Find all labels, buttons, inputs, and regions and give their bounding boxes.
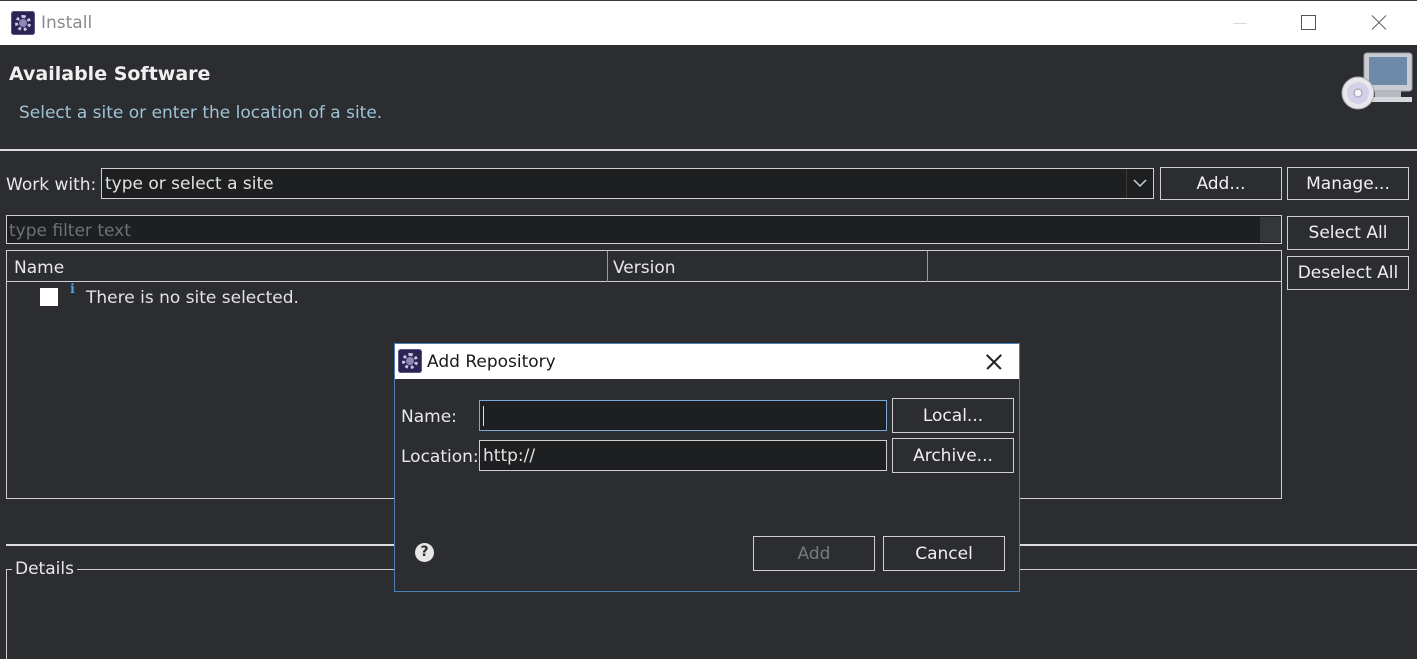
deselect-all-label: Deselect All bbox=[1297, 263, 1399, 283]
chevron-down-icon[interactable] bbox=[1126, 169, 1153, 198]
select-all-button[interactable]: Select All bbox=[1287, 216, 1409, 250]
column-header-version[interactable]: Version bbox=[613, 258, 676, 278]
close-window-button[interactable] bbox=[1354, 1, 1404, 46]
name-field[interactable] bbox=[479, 400, 887, 431]
minimize-button[interactable] bbox=[1214, 1, 1264, 46]
archive-button-label: Archive... bbox=[913, 445, 993, 466]
manage-button-label: Manage... bbox=[1306, 173, 1390, 194]
row-checkbox[interactable] bbox=[40, 288, 58, 306]
close-icon[interactable] bbox=[979, 348, 1009, 375]
eclipse-icon bbox=[398, 349, 422, 373]
help-icon[interactable]: ? bbox=[415, 543, 434, 562]
add-site-button-label: Add... bbox=[1196, 173, 1246, 194]
window-title: Install bbox=[41, 13, 93, 33]
row-text: There is no site selected. bbox=[86, 288, 299, 308]
location-field-value: http:// bbox=[483, 446, 536, 466]
window-titlebar: Install bbox=[0, 0, 1417, 45]
dialog-title: Add Repository bbox=[427, 352, 556, 372]
work-with-label: Work with: bbox=[6, 175, 97, 195]
local-button-label: Local... bbox=[922, 405, 984, 426]
column-divider[interactable] bbox=[607, 251, 608, 282]
name-label: Name: bbox=[401, 407, 457, 427]
add-site-button[interactable]: Add... bbox=[1160, 167, 1282, 200]
info-icon: i bbox=[70, 282, 75, 297]
work-with-combo-value: type or select a site bbox=[105, 174, 274, 194]
dialog-titlebar: Add Repository bbox=[395, 344, 1019, 379]
page-subtitle: Select a site or enter the location of a… bbox=[19, 103, 383, 123]
filter-placeholder: type filter text bbox=[9, 221, 131, 241]
location-field[interactable]: http:// bbox=[479, 440, 887, 471]
cancel-button-label: Cancel bbox=[915, 543, 973, 564]
header-separator bbox=[0, 149, 1417, 151]
page-title: Available Software bbox=[9, 63, 211, 85]
deselect-all-button[interactable]: Deselect All bbox=[1287, 256, 1409, 290]
install-software-icon bbox=[1341, 52, 1413, 110]
header-banner: Available Software Select a site or ente… bbox=[0, 45, 1417, 150]
archive-button[interactable]: Archive... bbox=[892, 438, 1014, 473]
cancel-button[interactable]: Cancel bbox=[883, 536, 1005, 571]
dialog-add-label: Add bbox=[797, 543, 831, 564]
text-caret bbox=[483, 406, 484, 426]
column-divider[interactable] bbox=[927, 251, 928, 282]
details-label: Details bbox=[12, 559, 77, 579]
dialog-add-button[interactable]: Add bbox=[753, 536, 875, 571]
table-header: Name Version bbox=[7, 251, 1281, 282]
local-button[interactable]: Local... bbox=[892, 398, 1014, 433]
location-label: Location: bbox=[401, 447, 479, 467]
maximize-button[interactable] bbox=[1283, 1, 1333, 46]
manage-button[interactable]: Manage... bbox=[1287, 167, 1409, 200]
work-with-combo[interactable]: type or select a site bbox=[101, 168, 1154, 199]
select-all-label: Select All bbox=[1308, 223, 1388, 243]
clear-filter-icon[interactable] bbox=[1260, 217, 1281, 242]
add-repository-dialog: Add Repository Name: Local... Location: … bbox=[394, 343, 1020, 592]
eclipse-icon bbox=[11, 11, 35, 35]
column-header-name[interactable]: Name bbox=[14, 258, 64, 278]
filter-input[interactable]: type filter text bbox=[6, 215, 1282, 244]
